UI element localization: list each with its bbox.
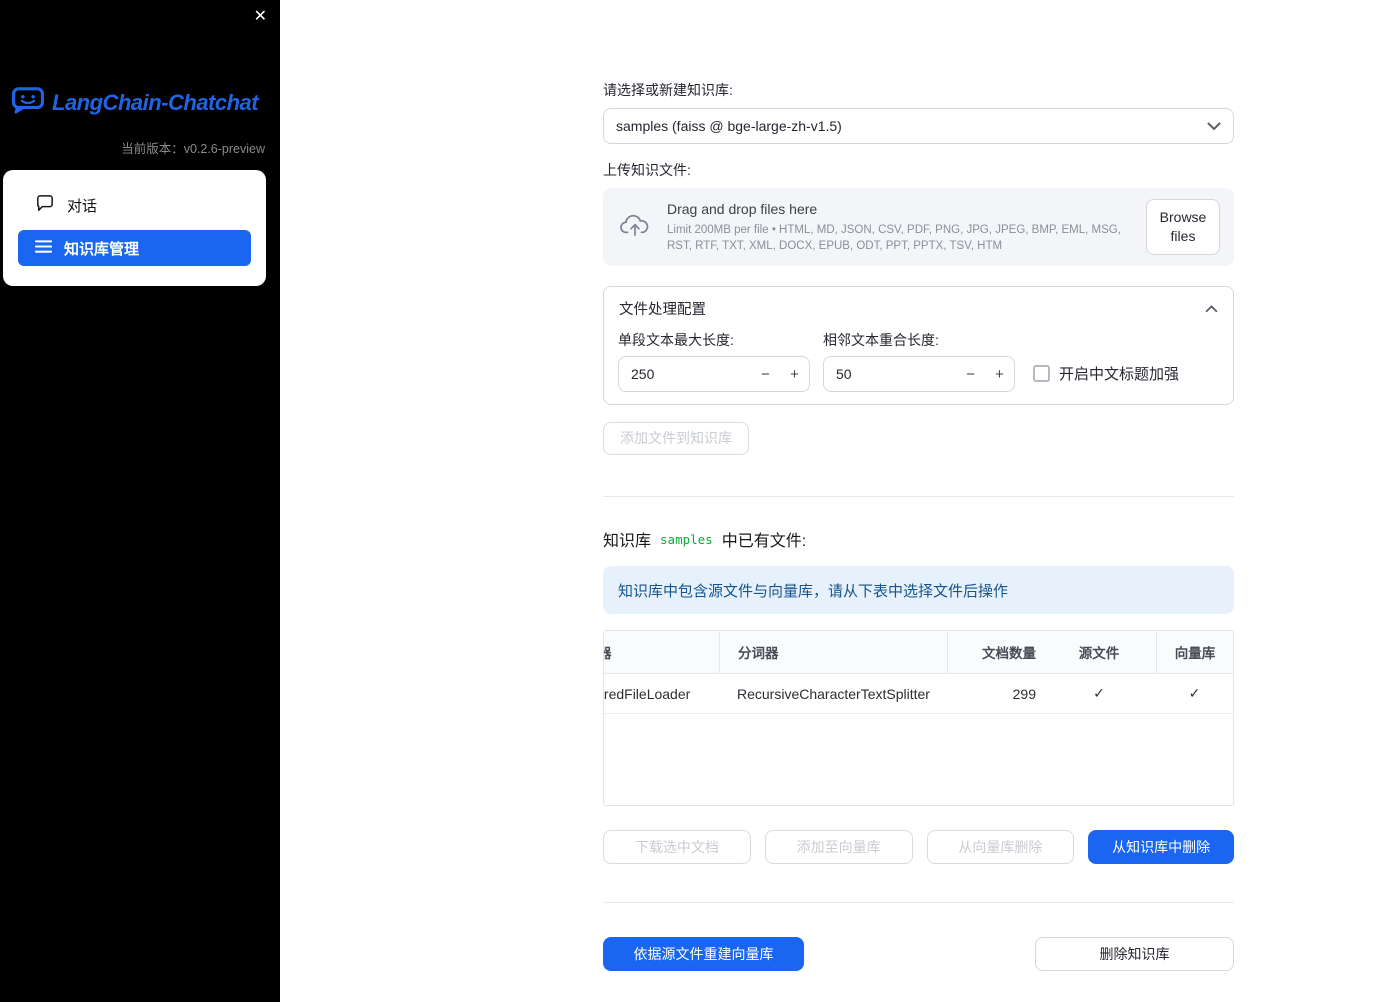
version-label: 当前版本：v0.2.6-preview (121, 142, 265, 156)
expander-title: 文件处理配置 (619, 302, 706, 318)
cell-source-check: ✓ (1093, 685, 1105, 701)
max-length-label: 单段文本最大长度: (618, 332, 734, 348)
cloud-upload-icon (619, 213, 651, 242)
max-length-input[interactable]: 250 − + (618, 356, 810, 392)
kb-select-label: 请选择或新建知识库: (603, 82, 733, 98)
overlap-length-label: 相邻文本重合长度: (823, 332, 939, 348)
delete-kb-button[interactable]: 删除知识库 (1035, 937, 1234, 971)
expander-body: 单段文本最大长度: 250 − + 相邻文本重合长度: 50 − + 开启中文标… (604, 324, 1233, 404)
chevron-down-icon (1207, 118, 1221, 134)
dropzone-title: Drag and drop files here (667, 200, 818, 217)
divider (603, 496, 1234, 497)
file-dropzone[interactable]: Drag and drop files here Limit 200MB per… (603, 188, 1234, 266)
kb-files-prefix: 知识库 (603, 533, 652, 550)
divider (603, 902, 1234, 903)
app-title: LangChain-Chatchat (52, 89, 259, 115)
overlap-length-value: 50 (836, 366, 852, 382)
plus-stepper-button[interactable]: + (780, 366, 809, 383)
column-header-splitter[interactable]: 分词器 (719, 631, 947, 673)
kb-files-heading: 知识库 samples 中已有文件: (603, 527, 1234, 551)
table-header-row: 文档加载器 分词器 文档数量 源文件 向量库 (604, 631, 1233, 674)
overlap-length-input[interactable]: 50 − + (823, 356, 1015, 392)
sidebar: ✕ LangChain-Chatchat 当前版本：v0.2.6-preview… (0, 0, 280, 1002)
overlap-length-group: 相邻文本重合长度: 50 − + (823, 330, 1015, 392)
title-enhance-checkbox-group: 开启中文标题加强 (1033, 363, 1179, 384)
title-enhance-label: 开启中文标题加强 (1059, 366, 1180, 383)
kb-select-value: samples (faiss @ bge-large-zh-v1.5) (616, 118, 842, 134)
app-logo: LangChain-Chatchat (11, 86, 259, 119)
kb-name-code: samples (660, 531, 713, 547)
column-header-loader[interactable]: 文档加载器 (604, 631, 719, 673)
plus-stepper-button[interactable]: + (985, 366, 1014, 383)
logo-chat-icon (11, 86, 45, 119)
delete-from-kb-button[interactable]: 从知识库中删除 (1088, 830, 1234, 864)
sidebar-menu: 对话 知识库管理 (3, 170, 266, 286)
column-header-vector-store[interactable]: 向量库 (1156, 631, 1233, 673)
chat-bubble-icon (36, 194, 54, 216)
close-sidebar-icon[interactable]: ✕ (254, 8, 267, 26)
max-length-group: 单段文本最大长度: 250 − + (618, 330, 810, 392)
kb-files-suffix: 中已有文件: (721, 533, 807, 550)
sidebar-item-knowledge-base[interactable]: 知识库管理 (18, 230, 251, 266)
sidebar-item-dialogue[interactable]: 对话 (3, 184, 266, 226)
info-banner: 知识库中包含源文件与向量库，请从下表中选择文件后操作 (603, 566, 1234, 614)
kb-select[interactable]: samples (faiss @ bge-large-zh-v1.5) (603, 108, 1234, 144)
dropzone-text: Drag and drop files here Limit 200MB per… (667, 201, 1146, 254)
cell-loader: UnstructuredFileLoader (604, 685, 691, 702)
knowledge-base-icon (34, 239, 53, 258)
max-length-value: 250 (631, 366, 655, 382)
table-row[interactable]: UnstructuredFileLoader RecursiveCharacte… (604, 674, 1233, 714)
delete-from-vector-button[interactable]: 从向量库删除 (926, 830, 1075, 864)
add-files-to-kb-button[interactable]: 添加文件到知识库 (603, 422, 749, 455)
minus-stepper-button[interactable]: − (956, 366, 985, 383)
minus-stepper-button[interactable]: − (751, 366, 780, 383)
main-content: 请选择或新建知识库: samples (faiss @ bge-large-zh… (603, 0, 1234, 971)
upload-files-label: 上传知识文件: (603, 162, 691, 178)
column-header-source-file[interactable]: 源文件 (1042, 631, 1156, 673)
dropzone-limits: Limit 200MB per file • HTML, MD, JSON, C… (667, 223, 1121, 252)
cell-vector-check: ✓ (1188, 685, 1201, 701)
cell-doc-count: 299 (1012, 685, 1036, 702)
rebuild-vector-store-button[interactable]: 依据源文件重建向量库 (603, 937, 804, 971)
file-config-expander: 文件处理配置 单段文本最大长度: 250 − + 相邻文本重合长度: 50 − … (603, 286, 1234, 405)
sidebar-item-label: 对话 (67, 197, 98, 215)
download-selected-button[interactable]: 下载选中文档 (603, 830, 751, 864)
add-to-vector-button[interactable]: 添加至向量库 (764, 830, 913, 864)
browse-files-button[interactable]: Browse files (1146, 199, 1220, 255)
cell-splitter: RecursiveCharacterTextSplitter (737, 685, 930, 702)
kb-files-table: 文档加载器 分词器 文档数量 源文件 向量库 UnstructuredFileL… (603, 630, 1234, 806)
sidebar-item-label: 知识库管理 (64, 240, 140, 258)
chevron-up-icon (1205, 301, 1218, 317)
expander-header[interactable]: 文件处理配置 (604, 287, 1233, 324)
table-actions: 下载选中文档 添加至向量库 从向量库删除 从知识库中删除 (603, 830, 1234, 864)
title-enhance-checkbox[interactable] (1033, 365, 1050, 382)
kb-management-actions: 依据源文件重建向量库 删除知识库 (603, 937, 1234, 971)
column-header-doc-count[interactable]: 文档数量 (947, 631, 1042, 673)
